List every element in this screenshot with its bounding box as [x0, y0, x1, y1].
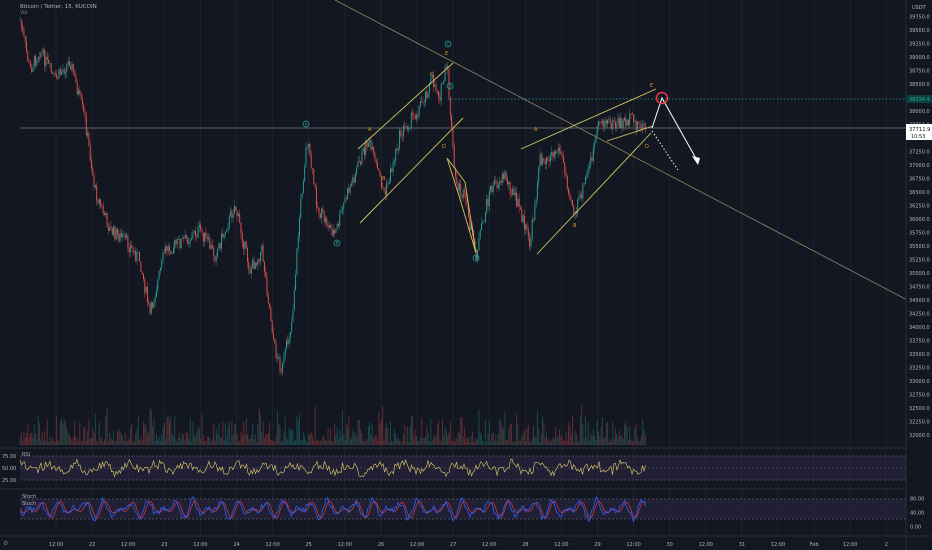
price-axis-currency: USDT [912, 5, 927, 11]
time-tick: 23 [161, 542, 167, 548]
price-tick: 34500.0 [909, 298, 930, 304]
time-tick: 12:00 [843, 542, 857, 548]
time-tick: 12:00 [771, 542, 785, 548]
time-tick: 27 [450, 542, 456, 548]
price-tick: 38500.0 [909, 82, 930, 88]
rsi-tick-25: 25.00 [2, 478, 16, 484]
price-tick: 36750.0 [909, 177, 930, 183]
wave-circle-c: C [447, 42, 450, 47]
price-tick: 38750.0 [909, 69, 930, 75]
price-tick: 35000.0 [909, 271, 930, 277]
stoch-tick: 80.00 [910, 497, 924, 503]
time-tick: 24 [233, 542, 239, 548]
price-tick: 33500.0 [909, 352, 930, 358]
time-tick: 2 [885, 542, 888, 548]
price-tick: 38000.0 [909, 109, 930, 115]
wave-label-d1: D [442, 144, 446, 150]
time-tick: 29 [594, 542, 600, 548]
current-price-value: 37711.9 [909, 127, 930, 133]
wave-circle-b: B [336, 241, 339, 246]
wave-circle-a: A [305, 122, 308, 127]
price-tick: 36000.0 [909, 217, 930, 223]
trading-chart[interactable]: A B C E D A B E D A B C D E RSI 75.00 50… [0, 0, 932, 550]
time-tick: 12:00 [554, 542, 568, 548]
stoch-tick: 40.00 [910, 511, 924, 517]
time-tick: 31 [739, 542, 745, 548]
rsi-label: RSI [22, 452, 30, 458]
price-tick: 34750.0 [909, 285, 930, 291]
wave-label-b2: B [573, 223, 577, 229]
time-tick: 12:00 [338, 542, 352, 548]
time-tick: 12:00 [265, 542, 279, 548]
time-tick: 12:00 [699, 542, 713, 548]
price-tick: 36250.0 [909, 204, 930, 210]
time-tick: 30 [667, 542, 673, 548]
rsi-tick-75: 75.00 [2, 454, 16, 460]
wave-label-e2: E [650, 83, 653, 89]
wave-label-c1: C [430, 72, 434, 78]
wave-circle-d: D [448, 84, 451, 89]
price-tick: 39250.0 [909, 42, 930, 48]
price-tick: 33250.0 [909, 366, 930, 372]
price-axis[interactable]: USDT 39750.0 39500.0 39250.0 39000.0 38750.0… [905, 0, 932, 550]
volume-indicator-label: Vol [20, 10, 28, 16]
time-tick: 12:00 [49, 542, 63, 548]
price-tick: 32750.0 [909, 393, 930, 399]
time-tick: Feb [810, 542, 819, 548]
price-tick: 39500.0 [909, 28, 930, 34]
time-tick: 22 [89, 542, 95, 548]
rsi-tick-50: 50.00 [2, 466, 16, 472]
time-tick: 12:00 [121, 542, 135, 548]
wave-label-a2: A [534, 127, 538, 133]
stoch-tick: 0.00 [910, 525, 921, 531]
time-tick: 12:00 [626, 542, 640, 548]
price-tick: 32000.0 [909, 433, 930, 439]
price-tick: 39750.0 [909, 15, 930, 21]
price-countdown: 10:53 [911, 134, 925, 140]
wave-label-d2: D [645, 144, 649, 150]
price-tick: 35250.0 [909, 258, 930, 264]
price-tick: 37000.0 [909, 163, 930, 169]
price-tick: 33000.0 [909, 379, 930, 385]
price-tick: 32500.0 [909, 406, 930, 412]
price-tick: 32250.0 [909, 420, 930, 426]
symbol-title[interactable]: Bitcoin / Tether, 15, KUCOIN [20, 4, 97, 10]
time-tick: 12:00 [410, 542, 424, 548]
price-tick: 35500.0 [909, 244, 930, 250]
price-tick: 33750.0 [909, 339, 930, 345]
time-tick: 26 [378, 542, 384, 548]
settings-icon[interactable]: ⚙ [3, 540, 8, 547]
price-tick: 39000.0 [909, 55, 930, 61]
wave-label-a1: A [368, 127, 372, 133]
time-tick: 25 [306, 542, 312, 548]
wave-label-b1: B [382, 176, 386, 182]
time-tick: 12:00 [193, 542, 207, 548]
time-tick: 12:00 [482, 542, 496, 548]
stoch-label-2: Stoch [22, 501, 36, 507]
price-tick: 34250.0 [909, 312, 930, 318]
price-tick: 35750.0 [909, 231, 930, 237]
stoch-label-1: Stoch [22, 494, 36, 500]
alert-price-value: 38334.4 [909, 97, 930, 103]
wave-label-e1: E [445, 51, 448, 57]
price-tick: 36500.0 [909, 190, 930, 196]
price-tick: 34000.0 [909, 325, 930, 331]
time-tick: 28 [522, 542, 528, 548]
price-tick: 37250.0 [909, 150, 930, 156]
